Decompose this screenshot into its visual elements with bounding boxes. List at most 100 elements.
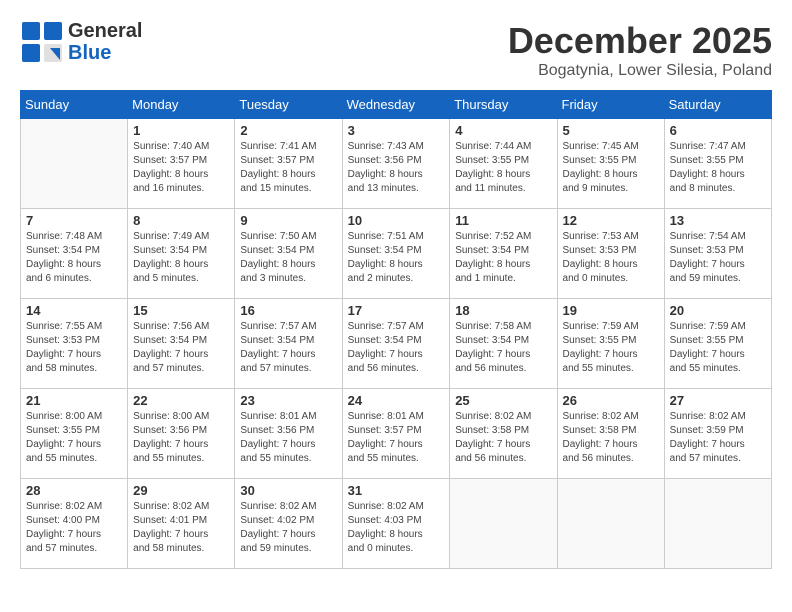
- day-info: Sunrise: 8:01 AMSunset: 3:57 PMDaylight:…: [348, 410, 445, 466]
- day-info: Sunrise: 7:47 AMSunset: 3:55 PMDaylight:…: [670, 140, 766, 196]
- calendar-cell: 18Sunrise: 7:58 AMSunset: 3:54 PMDayligh…: [450, 299, 557, 389]
- day-info: Sunrise: 7:49 AMSunset: 3:54 PMDaylight:…: [133, 230, 229, 286]
- location-title: Bogatynia, Lower Silesia, Poland: [508, 62, 772, 80]
- day-info: Sunrise: 7:43 AMSunset: 3:56 PMDaylight:…: [348, 140, 445, 196]
- calendar-cell: 5Sunrise: 7:45 AMSunset: 3:55 PMDaylight…: [557, 119, 664, 209]
- calendar-cell: 21Sunrise: 8:00 AMSunset: 3:55 PMDayligh…: [21, 389, 128, 479]
- day-info: Sunrise: 8:02 AMSunset: 4:02 PMDaylight:…: [240, 500, 336, 556]
- day-info: Sunrise: 7:53 AMSunset: 3:53 PMDaylight:…: [563, 230, 659, 286]
- calendar-cell: 29 Sunrise: 8:02 AMSunset: 4:01 PMDayligh…: [128, 479, 235, 569]
- day-number: 20: [670, 303, 766, 318]
- calendar-cell: 14Sunrise: 7:55 AMSunset: 3:53 PMDayligh…: [21, 299, 128, 389]
- calendar-cell: 6 Sunrise: 7:47 AMSunset: 3:55 PMDaylight…: [664, 119, 771, 209]
- title-block: December 2025 Bogatynia, Lower Silesia, …: [508, 20, 772, 80]
- day-number: 7: [26, 213, 122, 228]
- calendar-cell: 20 Sunrise: 7:59 AMSunset: 3:55 PMDayligh…: [664, 299, 771, 389]
- calendar-cell: 26 Sunrise: 8:02 AMSunset: 3:58 PMDayligh…: [557, 389, 664, 479]
- calendar-cell: 30Sunrise: 8:02 AMSunset: 4:02 PMDayligh…: [235, 479, 342, 569]
- day-info: Sunrise: 7:48 AMSunset: 3:54 PMDaylight:…: [26, 230, 122, 286]
- calendar-cell: 15 Sunrise: 7:56 AMSunset: 3:54 PMDayligh…: [128, 299, 235, 389]
- day-info: Sunrise: 8:02 AMSunset: 4:03 PMDaylight:…: [348, 500, 445, 556]
- day-info: Sunrise: 8:02 AMSunset: 3:59 PMDaylight:…: [670, 410, 766, 466]
- day-info: Sunrise: 7:44 AMSunset: 3:55 PMDaylight:…: [455, 140, 551, 196]
- calendar-cell: 8 Sunrise: 7:49 AMSunset: 3:54 PMDaylight…: [128, 209, 235, 299]
- calendar-cell: 9Sunrise: 7:50 AMSunset: 3:54 PMDaylight…: [235, 209, 342, 299]
- day-info: Sunrise: 8:02 AMSunset: 3:58 PMDaylight:…: [563, 410, 659, 466]
- day-number: 24: [348, 393, 445, 408]
- day-number: 3: [348, 123, 445, 138]
- day-info: Sunrise: 7:59 AMSunset: 3:55 PMDaylight:…: [563, 320, 659, 376]
- day-info: Sunrise: 7:51 AMSunset: 3:54 PMDaylight:…: [348, 230, 445, 286]
- day-number: 29: [133, 483, 229, 498]
- day-number: 14: [26, 303, 122, 318]
- day-number: 19: [563, 303, 659, 318]
- calendar-cell: 28 Sunrise: 8:02 AMSunset: 4:00 PMDayligh…: [21, 479, 128, 569]
- day-info: Sunrise: 7:52 AMSunset: 3:54 PMDaylight:…: [455, 230, 551, 286]
- calendar-cell: [664, 479, 771, 569]
- day-number: 11: [455, 213, 551, 228]
- calendar-cell: 23Sunrise: 8:01 AMSunset: 3:56 PMDayligh…: [235, 389, 342, 479]
- day-info: Sunrise: 8:02 AMSunset: 4:01 PMDaylight:…: [133, 500, 229, 556]
- calendar-cell: 3 Sunrise: 7:43 AMSunset: 3:56 PMDaylight…: [342, 119, 450, 209]
- weekday-header-tuesday: Tuesday: [235, 91, 342, 119]
- day-info: Sunrise: 7:56 AMSunset: 3:54 PMDaylight:…: [133, 320, 229, 376]
- calendar-cell: 31Sunrise: 8:02 AMSunset: 4:03 PMDayligh…: [342, 479, 450, 569]
- calendar-cell: 4 Sunrise: 7:44 AMSunset: 3:55 PMDaylight…: [450, 119, 557, 209]
- day-info: Sunrise: 8:00 AMSunset: 3:56 PMDaylight:…: [133, 410, 229, 466]
- weekday-header-wednesday: Wednesday: [342, 91, 450, 119]
- logo-icon: [20, 20, 64, 64]
- calendar-cell: [557, 479, 664, 569]
- month-title: December 2025: [508, 20, 772, 62]
- calendar-cell: 12 Sunrise: 7:53 AMSunset: 3:53 PMDayligh…: [557, 209, 664, 299]
- day-number: 22: [133, 393, 229, 408]
- day-number: 17: [348, 303, 445, 318]
- calendar-week-5: 28 Sunrise: 8:02 AMSunset: 4:00 PMDayligh…: [21, 479, 772, 569]
- calendar-cell: 7 Sunrise: 7:48 AMSunset: 3:54 PMDaylight…: [21, 209, 128, 299]
- day-info: Sunrise: 7:58 AMSunset: 3:54 PMDaylight:…: [455, 320, 551, 376]
- calendar-cell: 22 Sunrise: 8:00 AMSunset: 3:56 PMDayligh…: [128, 389, 235, 479]
- day-number: 15: [133, 303, 229, 318]
- weekday-header-sunday: Sunday: [21, 91, 128, 119]
- weekday-header-friday: Friday: [557, 91, 664, 119]
- day-info: Sunrise: 7:59 AMSunset: 3:55 PMDaylight:…: [670, 320, 766, 376]
- day-number: 28: [26, 483, 122, 498]
- calendar-week-1: 1 Sunrise: 7:40 AMSunset: 3:57 PMDaylight…: [21, 119, 772, 209]
- day-info: Sunrise: 7:54 AMSunset: 3:53 PMDaylight:…: [670, 230, 766, 286]
- weekday-header-thursday: Thursday: [450, 91, 557, 119]
- page-header: General Blue December 2025 Bogatynia, Lo…: [20, 20, 772, 80]
- weekday-header-monday: Monday: [128, 91, 235, 119]
- day-number: 9: [240, 213, 336, 228]
- day-info: Sunrise: 7:57 AMSunset: 3:54 PMDaylight:…: [348, 320, 445, 376]
- calendar-header-row: SundayMondayTuesdayWednesdayThursdayFrid…: [21, 91, 772, 119]
- day-number: 27: [670, 393, 766, 408]
- day-number: 26: [563, 393, 659, 408]
- calendar-week-2: 7 Sunrise: 7:48 AMSunset: 3:54 PMDaylight…: [21, 209, 772, 299]
- logo-general: General: [68, 20, 142, 42]
- calendar-week-4: 21Sunrise: 8:00 AMSunset: 3:55 PMDayligh…: [21, 389, 772, 479]
- logo: General Blue: [20, 20, 142, 64]
- calendar-cell: 27 Sunrise: 8:02 AMSunset: 3:59 PMDayligh…: [664, 389, 771, 479]
- day-info: Sunrise: 8:02 AMSunset: 4:00 PMDaylight:…: [26, 500, 122, 556]
- day-number: 6: [670, 123, 766, 138]
- day-number: 1: [133, 123, 229, 138]
- day-number: 13: [670, 213, 766, 228]
- calendar-cell: 10 Sunrise: 7:51 AMSunset: 3:54 PMDayligh…: [342, 209, 450, 299]
- day-info: Sunrise: 7:40 AMSunset: 3:57 PMDaylight:…: [133, 140, 229, 196]
- calendar-table: SundayMondayTuesdayWednesdayThursdayFrid…: [20, 90, 772, 569]
- calendar-cell: [21, 119, 128, 209]
- calendar-cell: 2Sunrise: 7:41 AMSunset: 3:57 PMDaylight…: [235, 119, 342, 209]
- day-number: 12: [563, 213, 659, 228]
- calendar-cell: 1 Sunrise: 7:40 AMSunset: 3:57 PMDaylight…: [128, 119, 235, 209]
- day-info: Sunrise: 7:57 AMSunset: 3:54 PMDaylight:…: [240, 320, 336, 376]
- calendar-cell: 16Sunrise: 7:57 AMSunset: 3:54 PMDayligh…: [235, 299, 342, 389]
- day-info: Sunrise: 8:01 AMSunset: 3:56 PMDaylight:…: [240, 410, 336, 466]
- day-info: Sunrise: 7:45 AMSunset: 3:55 PMDaylight:…: [563, 140, 659, 196]
- calendar-cell: 25Sunrise: 8:02 AMSunset: 3:58 PMDayligh…: [450, 389, 557, 479]
- calendar-cell: [450, 479, 557, 569]
- day-number: 10: [348, 213, 445, 228]
- day-number: 8: [133, 213, 229, 228]
- calendar-week-3: 14Sunrise: 7:55 AMSunset: 3:53 PMDayligh…: [21, 299, 772, 389]
- calendar-cell: 11 Sunrise: 7:52 AMSunset: 3:54 PMDayligh…: [450, 209, 557, 299]
- day-number: 4: [455, 123, 551, 138]
- weekday-header-saturday: Saturday: [664, 91, 771, 119]
